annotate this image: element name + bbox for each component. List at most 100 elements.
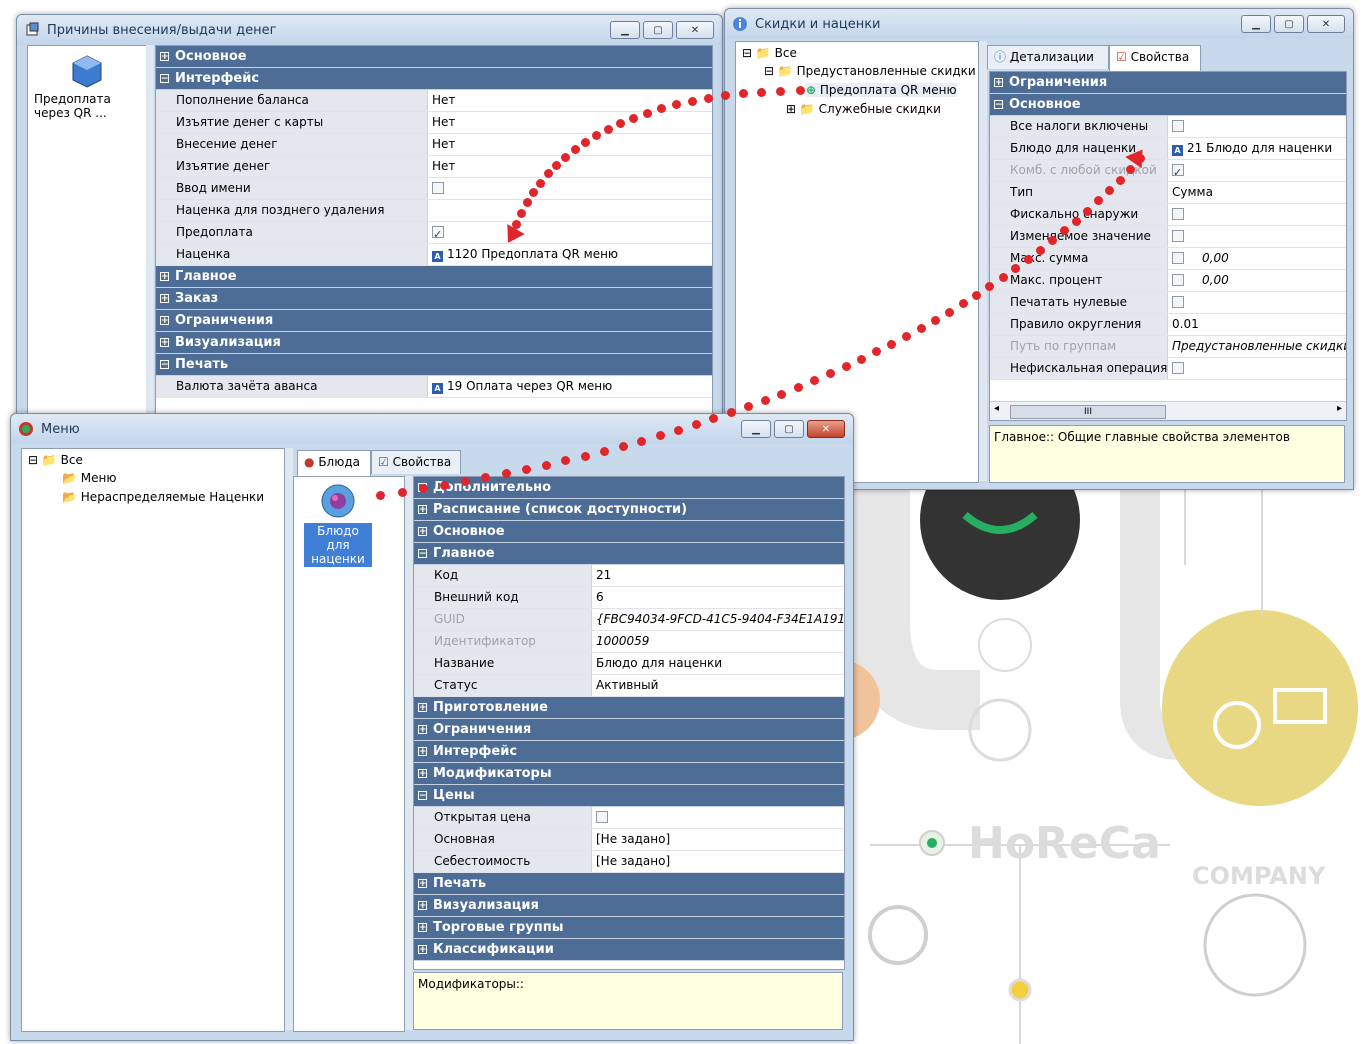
checkbox[interactable] (1172, 162, 1184, 181)
tree-node-menu[interactable]: 📂 Меню (62, 471, 116, 485)
property-row[interactable]: Изъятие денег Нет (156, 156, 712, 178)
property-row[interactable]: Путь по группам Предустановленные скидки (990, 336, 1346, 358)
category-row[interactable]: + Приготовление (414, 697, 844, 719)
checkbox[interactable] (1172, 208, 1184, 220)
property-row[interactable]: Печатать нулевые (990, 292, 1346, 314)
checkbox[interactable] (432, 182, 444, 194)
tree-node-all[interactable]: ⊟ 📁 Все (742, 46, 797, 60)
category-row[interactable]: + Ограничения (156, 310, 712, 332)
maximize-button[interactable]: ▢ (1274, 15, 1304, 33)
tab-details[interactable]: ⓘ Детализации (987, 45, 1109, 69)
property-row[interactable]: Основная [Не задано] (414, 829, 844, 851)
category-row[interactable]: + Печать (414, 873, 844, 895)
property-value[interactable] (1168, 116, 1346, 137)
minimize-button[interactable]: ▁ (1241, 15, 1271, 33)
category-main[interactable]: − Основное (990, 94, 1346, 116)
scrollbar-thumb[interactable]: III (1010, 405, 1166, 419)
checkbox[interactable] (1172, 120, 1184, 132)
property-row[interactable]: Валюта зачёта аванса A 19 Оплата через QR … (156, 376, 712, 398)
property-row[interactable]: Пополнение баланса Нет (156, 90, 712, 112)
property-row[interactable]: Открытая цена (414, 807, 844, 829)
property-row[interactable]: Внешний код 6 (414, 587, 844, 609)
tree-node-qr[interactable]: ⊕ Предоплата QR меню (806, 83, 957, 97)
maximize-button[interactable]: ▢ (643, 21, 673, 39)
category-row[interactable]: − Цены (414, 785, 844, 807)
property-value[interactable] (428, 178, 712, 199)
property-row[interactable]: Внесение денег Нет (156, 134, 712, 156)
minimize-button[interactable]: ▁ (741, 420, 771, 438)
close-button[interactable]: ✕ (807, 420, 845, 438)
category-row[interactable]: − Печать (156, 354, 712, 376)
category-row[interactable]: + Визуализация (414, 895, 844, 917)
checkbox[interactable] (1172, 252, 1184, 264)
minimize-button[interactable]: ▁ (610, 21, 640, 39)
property-value[interactable] (1168, 204, 1346, 225)
property-row[interactable]: Предоплата (156, 222, 712, 244)
property-row[interactable]: Код 21 (414, 565, 844, 587)
category-row[interactable]: + Визуализация (156, 332, 712, 354)
splitter[interactable] (146, 45, 154, 413)
property-value[interactable] (1168, 226, 1346, 247)
tree-node-all[interactable]: ⊟ 📁 Все (28, 453, 83, 467)
property-row[interactable]: Изменяемое значение (990, 226, 1346, 248)
checkbox[interactable] (596, 811, 608, 823)
property-row[interactable]: Идентификатор 1000059 (414, 631, 844, 653)
property-value[interactable]: 1000059 (592, 631, 844, 652)
property-value[interactable]: Сумма (1168, 182, 1346, 203)
property-row[interactable]: Ввод имени (156, 178, 712, 200)
tab-dishes[interactable]: ● Блюда (297, 450, 371, 476)
checkbox[interactable] (1172, 362, 1184, 374)
splitter[interactable] (285, 448, 293, 1030)
property-value[interactable] (1168, 160, 1346, 181)
property-value[interactable]: 0,00 (1168, 248, 1346, 269)
property-value[interactable]: [Не задано] (592, 829, 844, 850)
property-value[interactable] (428, 222, 712, 243)
tree-node-preset[interactable]: ⊟ 📁 Предустановленные скидки (764, 64, 976, 78)
property-value[interactable]: A 1120 Предоплата QR меню (428, 244, 712, 265)
category-row[interactable]: + Заказ (156, 288, 712, 310)
category-row[interactable]: + Модификаторы (414, 763, 844, 785)
checkbox[interactable] (1172, 274, 1184, 286)
dish-item-selected[interactable]: Блюдо для наценки (304, 523, 372, 567)
property-value[interactable]: {FBC94034-9FCD-41C5-9404-F34E1A1912 (592, 609, 844, 630)
property-value[interactable] (428, 200, 712, 221)
property-value[interactable]: Нет (428, 156, 712, 177)
property-value[interactable]: Блюдо для наценки (592, 653, 844, 674)
property-value[interactable]: [Не задано] (592, 851, 844, 872)
property-value[interactable]: A 19 Оплата через QR меню (428, 376, 712, 397)
property-value[interactable] (592, 807, 844, 828)
tab-properties[interactable]: ☑ Свойства (371, 450, 461, 474)
category-row[interactable]: + Основное (156, 46, 712, 68)
property-value[interactable]: Нет (428, 90, 712, 111)
property-value[interactable]: Нет (428, 134, 712, 155)
tab-properties[interactable]: ☑ Свойства (1109, 45, 1201, 71)
property-value[interactable]: 0,00 (1168, 270, 1346, 291)
category-limits[interactable]: + Ограничения (990, 72, 1346, 94)
property-row[interactable]: Название Блюдо для наценки (414, 653, 844, 675)
tree-node-unallocated[interactable]: 📂 Нераспределяемые Наценки (62, 490, 264, 504)
category-row[interactable]: − Главное (414, 543, 844, 565)
property-row[interactable]: Макс. сумма 0,00 (990, 248, 1346, 270)
property-value[interactable]: 6 (592, 587, 844, 608)
discounts-titlebar[interactable]: Скидки и наценки ▁ ▢ ✕ (725, 9, 1353, 39)
category-row[interactable]: + Интерфейс (414, 741, 844, 763)
checkbox[interactable] (1172, 230, 1184, 242)
splitter[interactable] (979, 41, 987, 481)
property-row[interactable]: Все налоги включены (990, 116, 1346, 138)
property-value[interactable] (1168, 358, 1346, 379)
category-row[interactable]: + Главное (156, 266, 712, 288)
list-item[interactable]: Предоплата через QR ... (34, 92, 124, 120)
property-row[interactable]: Наценка A 1120 Предоплата QR меню (156, 244, 712, 266)
property-row[interactable]: Макс. процент 0,00 (990, 270, 1346, 292)
property-value[interactable]: Нет (428, 112, 712, 133)
property-row[interactable]: Наценка для позднего удаления (156, 200, 712, 222)
property-row[interactable]: Комб. с любой скидкой (990, 160, 1346, 182)
checkbox[interactable] (432, 224, 444, 243)
property-row[interactable]: Тип Сумма (990, 182, 1346, 204)
maximize-button[interactable]: ▢ (774, 420, 804, 438)
property-row[interactable]: GUID {FBC94034-9FCD-41C5-9404-F34E1A1912 (414, 609, 844, 631)
property-row[interactable]: Статус Активный (414, 675, 844, 697)
tree-node-service[interactable]: ⊞ 📁 Служебные скидки (786, 102, 941, 116)
menu-titlebar[interactable]: Меню ▁ ▢ ✕ (11, 414, 853, 444)
category-row[interactable]: + Расписание (список доступности) (414, 499, 844, 521)
